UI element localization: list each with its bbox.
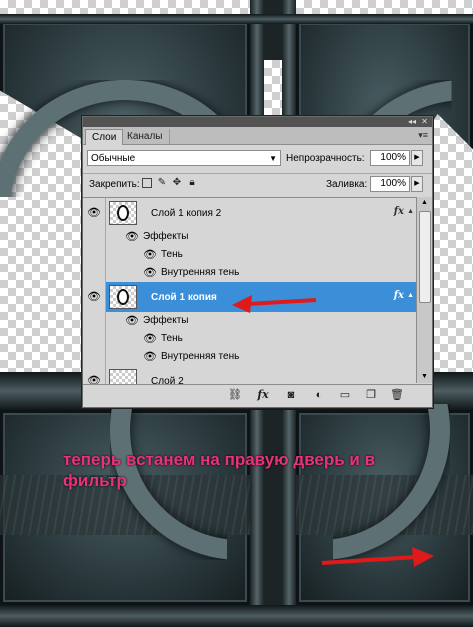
panel-titlebar[interactable]: ◂◂ ✕ bbox=[83, 117, 432, 127]
visibility-toggle[interactable] bbox=[83, 330, 106, 348]
effects-label: Эффекты bbox=[143, 231, 189, 242]
visibility-toggle[interactable] bbox=[83, 264, 106, 282]
panel-tabs: Слои Каналы ▾≡ bbox=[83, 127, 432, 145]
fx-icon[interactable]: fx bbox=[394, 290, 404, 301]
layer-name: Слой 2 bbox=[151, 376, 184, 384]
fill-input[interactable]: 100% bbox=[370, 176, 410, 192]
fill-label: Заливка: bbox=[326, 179, 368, 190]
layer-row[interactable]: 👁︎ Слой 2 bbox=[83, 366, 416, 384]
layer-thumbnail bbox=[109, 201, 137, 225]
scroll-down-icon[interactable]: ▼ bbox=[417, 371, 432, 383]
layer-row[interactable]: 👁︎ Слой 1 копия 2 fx ▲ bbox=[83, 198, 416, 229]
red-arrow-to-layer bbox=[232, 295, 317, 313]
layers-panel: ◂◂ ✕ Слои Каналы ▾≡ Обычные ▼ Непрозрачн… bbox=[82, 116, 433, 408]
layer-thumbnail bbox=[109, 285, 137, 309]
blend-mode-select[interactable]: Обычные ▼ bbox=[87, 150, 281, 166]
fx-icon[interactable]: fx bbox=[256, 389, 270, 401]
panel-menu-icon[interactable]: ▾≡ bbox=[418, 130, 428, 141]
effect-row[interactable]: 👁︎ Тень bbox=[83, 330, 416, 349]
eye-icon[interactable]: 👁︎ bbox=[143, 248, 157, 261]
tab-channels[interactable]: Каналы bbox=[121, 129, 170, 144]
horizontal-bar-bottom bbox=[0, 605, 473, 627]
close-icon[interactable]: ✕ bbox=[421, 117, 428, 127]
trash-icon[interactable]: 🗑︎ bbox=[390, 389, 404, 401]
chevron-down-icon: ▼ bbox=[269, 154, 277, 163]
effect-name: Внутренняя тень bbox=[161, 267, 240, 278]
eye-icon[interactable]: 👁︎ bbox=[143, 332, 157, 345]
scroll-up-icon[interactable]: ▲ bbox=[417, 197, 432, 209]
eye-icon: 👁︎ bbox=[87, 207, 101, 219]
layer-thumbnail bbox=[109, 369, 137, 384]
scrollbar-thumb[interactable] bbox=[419, 211, 431, 303]
red-arrow-to-right-door bbox=[321, 547, 434, 567]
eye-icon: 👁︎ bbox=[87, 375, 101, 384]
lock-label: Закрепить: bbox=[89, 179, 140, 190]
folder-icon[interactable]: ▭ bbox=[338, 389, 352, 401]
effect-row[interactable]: 👁︎ Внутренняя тень bbox=[83, 264, 416, 283]
visibility-toggle[interactable] bbox=[83, 228, 106, 246]
layer-name: Слой 1 копия bbox=[151, 292, 217, 303]
effect-name: Внутренняя тень bbox=[161, 351, 240, 362]
visibility-toggle[interactable]: 👁︎ bbox=[83, 198, 106, 228]
eye-icon[interactable]: 👁︎ bbox=[143, 266, 157, 279]
effect-name: Тень bbox=[161, 333, 183, 344]
expand-effects-icon[interactable]: ▲ bbox=[407, 208, 414, 215]
eye-icon[interactable]: 👁︎ bbox=[143, 350, 157, 363]
lock-all-icon[interactable]: 🔒︎ bbox=[187, 178, 197, 188]
effects-row[interactable]: 👁︎ Эффекты bbox=[83, 312, 416, 331]
opacity-label: Непрозрачность: bbox=[286, 153, 365, 164]
lock-transparency-icon[interactable] bbox=[142, 178, 152, 188]
lock-brush-icon[interactable]: ✎ bbox=[157, 178, 167, 188]
opacity-slider-button[interactable]: ▶ bbox=[411, 150, 423, 166]
new-layer-icon[interactable]: ❐ bbox=[364, 389, 378, 401]
eye-icon: 👁︎ bbox=[87, 291, 101, 303]
effect-name: Тень bbox=[161, 249, 183, 260]
effect-row[interactable]: 👁︎ Внутренняя тень bbox=[83, 348, 416, 367]
visibility-toggle[interactable] bbox=[83, 348, 106, 366]
visibility-toggle[interactable]: 👁︎ bbox=[83, 282, 106, 312]
fill-slider-button[interactable]: ▶ bbox=[411, 176, 423, 192]
opacity-input[interactable]: 100% bbox=[370, 150, 410, 166]
lock-move-icon[interactable]: ✥ bbox=[172, 178, 182, 188]
visibility-toggle[interactable] bbox=[83, 246, 106, 264]
visibility-toggle[interactable]: 👁︎ bbox=[83, 366, 106, 384]
collapse-icon[interactable]: ◂◂ bbox=[408, 117, 416, 127]
layers-scrollbar[interactable]: ▲ ▼ bbox=[416, 197, 432, 383]
effect-row[interactable]: 👁︎ Тень bbox=[83, 246, 416, 265]
expand-effects-icon[interactable]: ▲ bbox=[407, 292, 414, 299]
eye-icon[interactable]: 👁︎ bbox=[125, 230, 139, 243]
layer-name: Слой 1 копия 2 bbox=[151, 208, 222, 219]
lock-fill-row: Закрепить: ✎ ✥ 🔒︎ Заливка: 100% ▶ bbox=[83, 173, 432, 194]
effects-row[interactable]: 👁︎ Эффекты bbox=[83, 228, 416, 247]
visibility-toggle[interactable] bbox=[83, 312, 106, 330]
tab-layers[interactable]: Слои bbox=[85, 129, 124, 145]
annotation-caption: теперь встанем на правую дверь и в фильт… bbox=[63, 450, 376, 490]
layers-bottom-toolbar: ⛓ fx ◙ ◐ ▭ ❐ 🗑︎ bbox=[83, 384, 432, 407]
fx-icon[interactable]: fx bbox=[394, 206, 404, 217]
eye-icon[interactable]: 👁︎ bbox=[125, 314, 139, 327]
blend-mode-value: Обычные bbox=[91, 153, 136, 164]
link-icon[interactable]: ⛓ bbox=[228, 389, 242, 401]
horizontal-bar-top bbox=[0, 14, 473, 24]
effects-label: Эффекты bbox=[143, 315, 189, 326]
mask-icon[interactable]: ◙ bbox=[284, 389, 298, 401]
blend-opacity-row: Обычные ▼ Непрозрачность: 100% ▶ bbox=[83, 146, 432, 172]
adjustment-icon[interactable]: ◐ bbox=[312, 389, 326, 401]
